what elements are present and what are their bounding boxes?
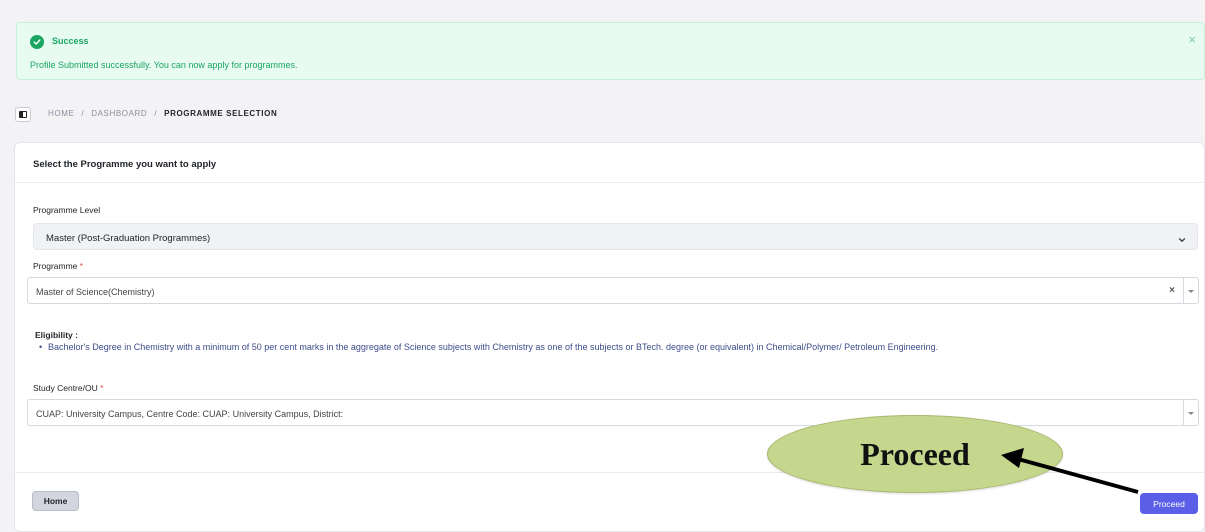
alert-title: Success [52,36,89,46]
chevron-down-icon [1177,232,1187,250]
success-alert: Success Profile Submitted successfully. … [16,22,1205,80]
close-icon[interactable]: × [1188,33,1196,46]
breadcrumb-home[interactable]: HOME [48,109,74,118]
divider [15,182,1204,183]
dropdown-arrow-icon[interactable] [1188,290,1194,293]
programme-level-select[interactable]: Master (Post-Graduation Programmes) [33,223,1198,250]
select-divider [1183,400,1184,425]
programme-label-text: Programme [33,261,78,271]
study-centre-label-text: Study Centre/OU [33,383,98,393]
eligibility-label: Eligibility : [35,330,78,340]
programme-label: Programme * [33,261,83,271]
programme-value: Master of Science(Chemistry) [36,287,155,297]
proceed-callout: Proceed [767,415,1063,493]
breadcrumb-separator: / [81,109,85,118]
dropdown-arrow-icon[interactable] [1188,412,1194,415]
breadcrumb-dashboard[interactable]: DASHBOARD [91,109,147,118]
study-centre-label: Study Centre/OU * [33,383,103,393]
programme-select[interactable]: Master of Science(Chemistry) × [27,277,1199,304]
eligibility-text: Bachelor's Degree in Chemistry with a mi… [39,341,1048,355]
select-divider [1183,278,1184,303]
breadcrumb-separator: / [154,109,158,118]
sidebar-icon [19,111,27,118]
breadcrumb: HOME / DASHBOARD / PROGRAMME SELECTION [48,109,277,118]
breadcrumb-current: PROGRAMME SELECTION [164,109,278,118]
clear-icon[interactable]: × [1169,285,1175,296]
study-centre-select[interactable]: CUAP: University Campus, Centre Code: CU… [27,399,1199,426]
home-button[interactable]: Home [32,491,79,511]
programme-level-value: Master (Post-Graduation Programmes) [46,233,211,244]
card-title: Select the Programme you want to apply [33,159,217,170]
check-circle-icon [30,35,44,49]
proceed-button[interactable]: Proceed [1140,493,1198,514]
required-mark: * [100,383,104,393]
required-mark: * [79,261,84,271]
alert-message: Profile Submitted successfully. You can … [30,60,298,70]
study-centre-value: CUAP: University Campus, Centre Code: CU… [36,409,344,419]
programme-level-label: Programme Level [33,205,101,215]
sidebar-toggle-button[interactable] [15,107,31,122]
